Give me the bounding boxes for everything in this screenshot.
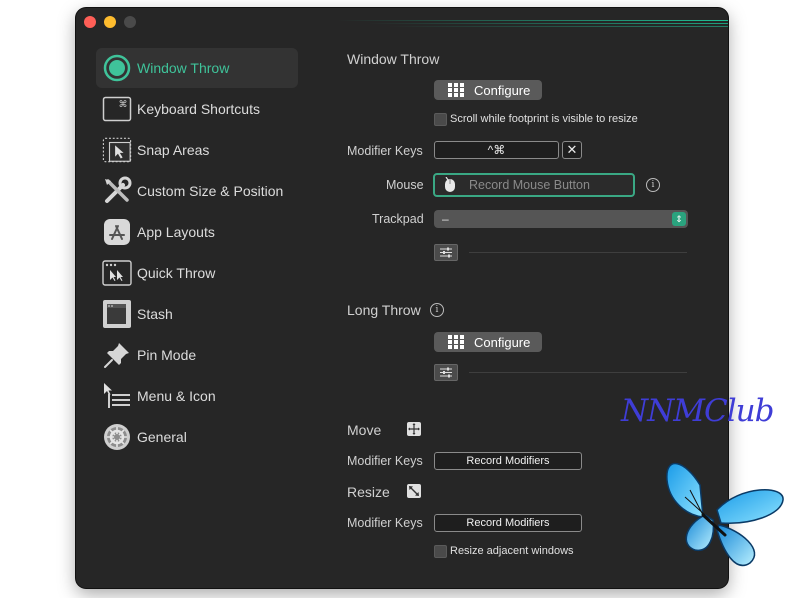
record-mouse-button-field[interactable]: Record Mouse Button — [433, 173, 635, 197]
sidebar-item-label: Menu & Icon — [137, 388, 216, 404]
svg-text:⌘: ⌘ — [119, 100, 128, 110]
butterfly-logo-icon — [666, 462, 784, 566]
resize-adjacent-checkbox[interactable] — [434, 545, 447, 558]
sidebar-item-label: Window Throw — [137, 60, 230, 76]
sidebar-item-label: Snap Areas — [137, 142, 210, 158]
quick-throw-icon — [102, 258, 132, 288]
stash-icon — [102, 299, 132, 329]
scroll-resize-checkbox[interactable] — [434, 113, 447, 126]
grid-icon — [448, 83, 464, 97]
snap-areas-icon — [102, 135, 132, 165]
trackpad-value: – — [442, 212, 449, 226]
window-throw-options-button[interactable] — [434, 244, 458, 261]
record-mouse-button-placeholder: Record Mouse Button — [469, 178, 590, 192]
move-heading: Move — [347, 422, 382, 438]
sidebar-item-label: Stash — [137, 306, 173, 322]
divider — [469, 372, 687, 373]
sidebar-item-label: App Layouts — [137, 224, 215, 240]
modifier-keys-field[interactable]: ^⌘ — [434, 141, 559, 159]
menu-icon — [102, 381, 132, 411]
long-throw-info-icon[interactable]: i — [430, 303, 444, 317]
sidebar-item-label: Custom Size & Position — [137, 183, 284, 199]
resize-heading: Resize — [347, 484, 390, 500]
sidebar-item-keyboard-shortcuts[interactable]: ⌘ Keyboard Shortcuts — [96, 89, 298, 129]
window-throw-icon — [102, 53, 132, 83]
preferences-window: Window Throw ⌘ Keyboard Shortcuts Snap A… — [76, 8, 728, 588]
resize-modifier-keys-label: Modifier Keys — [347, 516, 423, 530]
chevron-updown-icon: ⇕ — [672, 212, 686, 226]
sidebar-item-label: Quick Throw — [137, 265, 216, 281]
clear-modifier-keys-button[interactable]: ✕ — [562, 141, 582, 159]
gear-icon — [102, 422, 132, 452]
sidebar-item-menu-icon[interactable]: Menu & Icon — [96, 376, 298, 416]
sidebar: Window Throw ⌘ Keyboard Shortcuts Snap A… — [96, 48, 298, 458]
long-throw-options-button[interactable] — [434, 364, 458, 381]
sidebar-item-pin-mode[interactable]: Pin Mode — [96, 335, 298, 375]
sidebar-item-custom-size-position[interactable]: Custom Size & Position — [96, 171, 298, 211]
divider — [469, 252, 687, 253]
move-record-modifiers-button[interactable]: Record Modifiers — [434, 452, 582, 470]
keyboard-shortcut-icon: ⌘ — [102, 94, 132, 124]
minimize-window-button[interactable] — [104, 16, 116, 28]
resize-diagonal-icon — [407, 484, 421, 498]
sidebar-item-app-layouts[interactable]: App Layouts — [96, 212, 298, 252]
scroll-resize-label: Scroll while footprint is visible to res… — [450, 113, 638, 125]
move-modifier-keys-label: Modifier Keys — [347, 454, 423, 468]
grid-icon — [448, 335, 464, 349]
sidebar-item-stash[interactable]: Stash — [96, 294, 298, 334]
sliders-icon — [440, 367, 452, 378]
mouse-icon — [445, 177, 455, 192]
sidebar-item-quick-throw[interactable]: Quick Throw — [96, 253, 298, 293]
window-throw-heading: Window Throw — [347, 51, 440, 67]
sidebar-item-label: General — [137, 429, 187, 445]
sidebar-item-label: Keyboard Shortcuts — [137, 101, 260, 117]
resize-adjacent-label: Resize adjacent windows — [450, 545, 574, 557]
app-store-icon — [102, 217, 132, 247]
long-throw-configure-button[interactable]: Configure — [434, 332, 542, 352]
close-window-button[interactable] — [84, 16, 96, 28]
pin-icon — [102, 340, 132, 370]
sidebar-item-general[interactable]: General — [96, 417, 298, 457]
sliders-icon — [440, 247, 452, 258]
mouse-info-icon[interactable]: i — [646, 178, 660, 192]
window-throw-configure-button[interactable]: Configure — [434, 80, 542, 100]
trackpad-select[interactable]: – ⇕ — [434, 210, 688, 228]
long-throw-heading: Long Throw — [347, 302, 421, 318]
sidebar-item-window-throw[interactable]: Window Throw — [96, 48, 298, 88]
move-arrows-icon — [407, 422, 421, 436]
trackpad-label: Trackpad — [372, 212, 424, 226]
configure-label: Configure — [474, 82, 531, 98]
resize-record-modifiers-button[interactable]: Record Modifiers — [434, 514, 582, 532]
sidebar-item-snap-areas[interactable]: Snap Areas — [96, 130, 298, 170]
tools-icon — [102, 176, 132, 206]
zoom-window-button[interactable] — [124, 16, 136, 28]
watermark-text: NNMClub — [621, 393, 774, 429]
mouse-label: Mouse — [386, 178, 424, 192]
configure-label: Configure — [474, 334, 531, 350]
sidebar-item-label: Pin Mode — [137, 347, 197, 363]
modifier-keys-label: Modifier Keys — [347, 144, 423, 158]
